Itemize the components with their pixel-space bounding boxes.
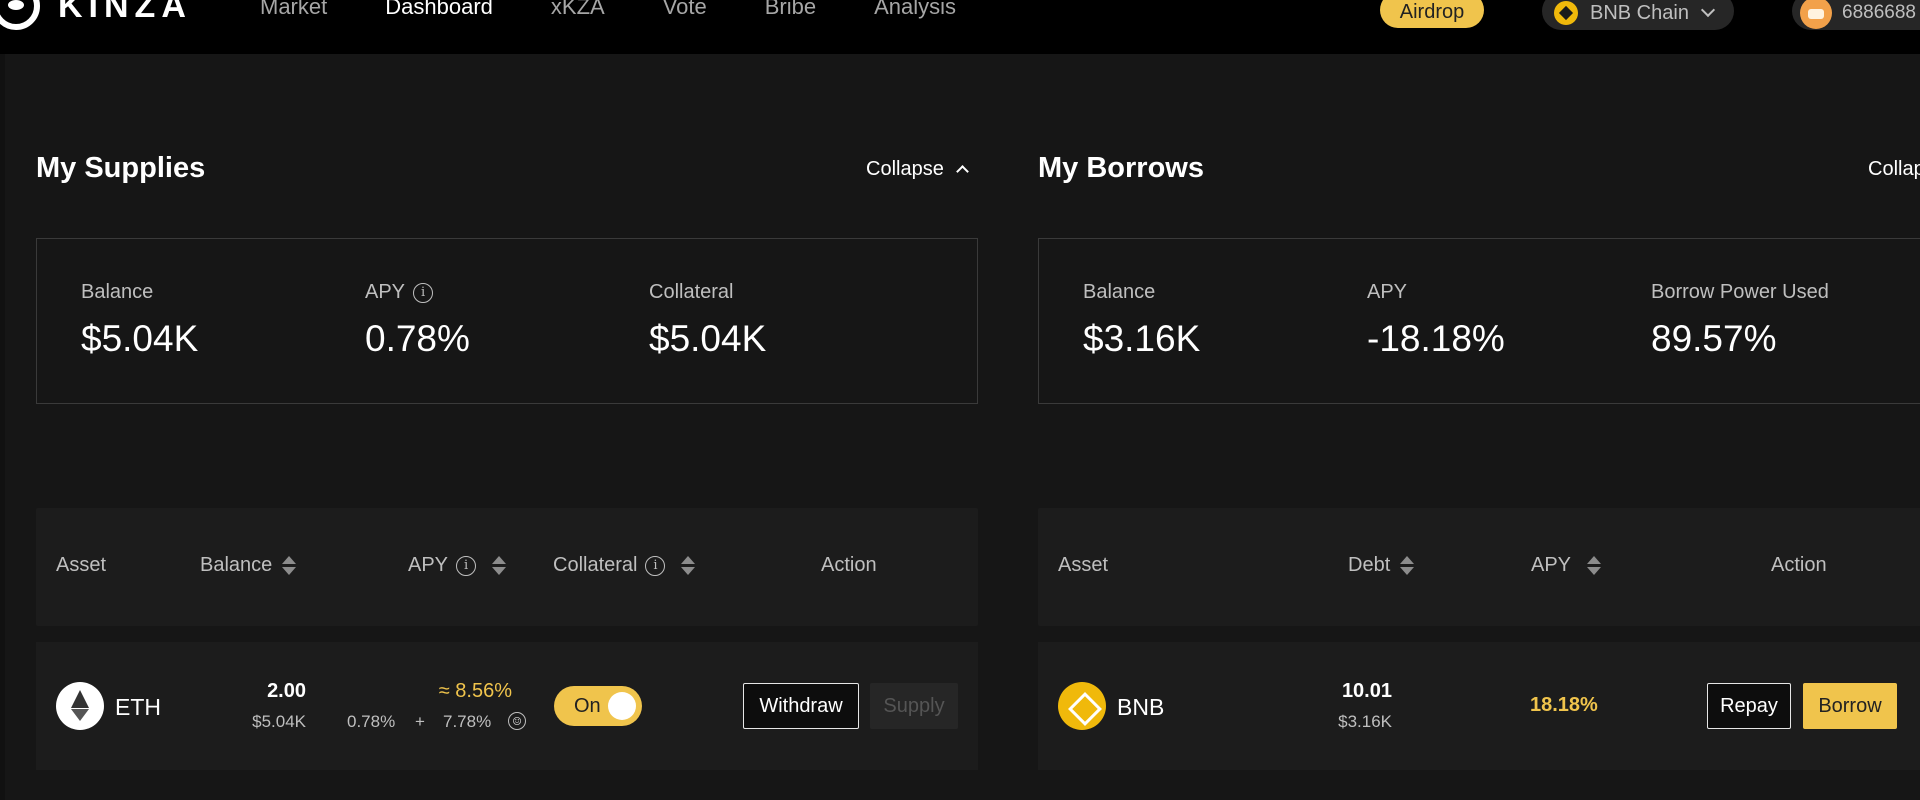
brand-name: KINZA (58, 0, 192, 25)
column-apy[interactable]: APY (1531, 554, 1602, 577)
stat-value: $3.16K (1083, 318, 1201, 359)
column-label: Debt (1348, 554, 1391, 576)
wallet-avatar-icon (1800, 0, 1832, 29)
main-nav: Market Dashboard xKZA Vote Bribe Analysi… (260, 0, 1014, 20)
airdrop-button[interactable]: Airdrop (1380, 0, 1484, 28)
supplies-apy-stat: APY i 0.78% (365, 281, 470, 360)
stat-label: Balance (1083, 281, 1156, 303)
chain-label: BNB Chain (1590, 1, 1689, 24)
toggle-label: On (574, 694, 601, 717)
supply-button[interactable]: Supply (870, 683, 958, 729)
column-debt[interactable]: Debt (1348, 554, 1415, 577)
withdraw-button[interactable]: Withdraw (743, 683, 859, 729)
sort-icon[interactable] (1400, 556, 1415, 575)
collapse-label: Collapse (866, 158, 944, 180)
brand-logo[interactable]: KINZA (0, 0, 192, 30)
column-label: Balance (200, 554, 273, 576)
sort-icon[interactable] (282, 556, 297, 575)
chevron-up-icon (955, 165, 969, 178)
column-action: Action (821, 554, 877, 576)
left-edge-divider (0, 54, 5, 800)
supplies-collapse-button[interactable]: Collapse (866, 158, 969, 181)
wallet-button[interactable]: 6886688 (1792, 0, 1920, 30)
nav-item-dashboard[interactable]: Dashboard (385, 0, 493, 20)
debt-usd: $3.16K (1338, 712, 1392, 731)
stat-label: APY (1367, 281, 1408, 303)
bnb-icon (1058, 682, 1106, 730)
repay-button[interactable]: Repay (1707, 683, 1791, 729)
apy-total: ≈ 8.56% (438, 680, 512, 702)
apy-label: APY (365, 281, 406, 303)
bnb-chain-icon (1554, 1, 1578, 25)
stat-value: -18.18% (1367, 318, 1505, 359)
balance-usd: $5.04K (252, 712, 306, 731)
supplies-balance-stat: Balance $5.04K (81, 281, 198, 360)
table-row: BNB 10.01 $3.16K 18.18% Repay Borrow (1038, 642, 1920, 770)
nav-item-market[interactable]: Market (260, 0, 327, 20)
apy-base: 0.78% (347, 712, 396, 731)
stat-value: 0.78% (365, 318, 470, 359)
supplies-table-header: Asset Balance APY i Collateral i Action (36, 508, 978, 626)
nav-item-vote[interactable]: Vote (663, 0, 707, 20)
stat-label: Collateral (649, 281, 734, 303)
borrow-button[interactable]: Borrow (1803, 683, 1897, 729)
supplies-collateral-stat: Collateral $5.04K (649, 281, 766, 360)
apy-bonus: 7.78% (443, 712, 492, 731)
chevron-down-icon (1700, 2, 1716, 18)
stat-label: Balance (81, 281, 154, 303)
supplies-title: My Supplies (36, 152, 206, 184)
sort-icon[interactable] (492, 556, 507, 575)
column-asset: Asset (1058, 554, 1109, 576)
borrows-summary-card: Balance $3.16K APY -18.18% Borrow Power … (1038, 238, 1920, 404)
column-collateral[interactable]: Collateral i (553, 554, 696, 577)
info-icon[interactable]: i (413, 282, 434, 303)
wallet-address: 6886688 (1842, 2, 1916, 23)
borrows-title: My Borrows (1038, 152, 1204, 184)
column-label: APY (408, 554, 449, 576)
balance-amount: 2.00 (267, 680, 306, 702)
debt-amount: 10.01 (1341, 680, 1392, 702)
nav-item-xkza[interactable]: xKZA (551, 0, 605, 20)
nav-item-analysis[interactable]: Analysis (874, 0, 956, 20)
chain-selector[interactable]: BNB Chain (1542, 0, 1734, 30)
borrow-apy: 18.18% (1530, 694, 1598, 716)
stat-label: APY i (365, 281, 470, 304)
column-action: Action (1771, 554, 1827, 576)
stat-value: $5.04K (649, 318, 767, 359)
borrows-apy-stat: APY -18.18% (1367, 281, 1505, 360)
sort-icon[interactable] (1587, 556, 1602, 575)
collateral-toggle[interactable]: On (554, 686, 642, 726)
borrows-table-header: Asset Debt APY Action (1038, 508, 1920, 626)
rewards-icon[interactable]: ☺ (508, 712, 526, 730)
sort-icon[interactable] (681, 556, 696, 575)
column-asset: Asset (56, 554, 107, 576)
column-label: Collateral (553, 554, 638, 576)
borrows-power-stat: Borrow Power Used 89.57% (1651, 281, 1829, 360)
table-row: ETH 2.00 $5.04K ≈ 8.56% 0.78% + 7.78% ☺ … (36, 642, 978, 770)
column-balance[interactable]: Balance (200, 554, 297, 577)
column-label: APY (1531, 554, 1572, 576)
stat-value: 89.57% (1651, 318, 1777, 359)
info-icon[interactable]: i (456, 555, 477, 576)
info-icon[interactable]: i (645, 555, 666, 576)
supplies-summary-card: Balance $5.04K APY i 0.78% Collateral $5… (36, 238, 978, 404)
collapse-label: Collap (1868, 158, 1920, 180)
borrows-balance-stat: Balance $3.16K (1083, 281, 1200, 360)
borrows-collapse-button[interactable]: Collap (1868, 158, 1920, 181)
top-navigation-bar: KINZA Market Dashboard xKZA Vote Bribe A… (0, 0, 1920, 54)
column-apy[interactable]: APY i (408, 554, 507, 577)
stat-label: Borrow Power Used (1651, 281, 1829, 303)
asset-name: BNB (1117, 694, 1165, 720)
nav-item-bribe[interactable]: Bribe (765, 0, 816, 20)
apy-plus: + (415, 712, 425, 731)
asset-name: ETH (115, 694, 161, 720)
toggle-knob (608, 692, 636, 720)
kinza-logo-icon (0, 0, 40, 30)
stat-value: $5.04K (81, 318, 199, 359)
eth-icon (56, 682, 104, 730)
